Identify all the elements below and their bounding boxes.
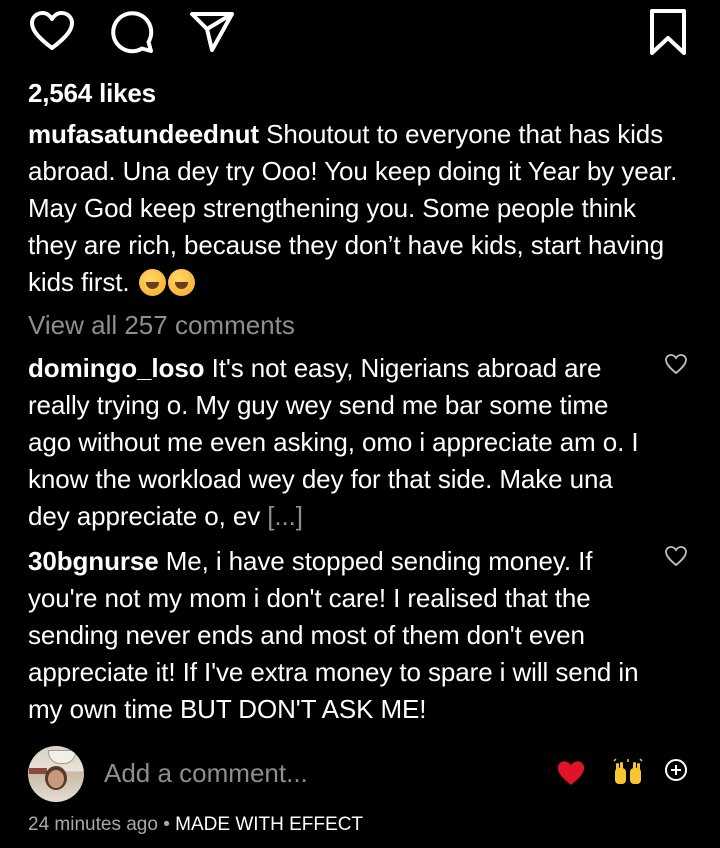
caption-username[interactable]: mufasatundeednut [28,119,259,149]
avatar-face-shape [48,770,64,788]
add-comment-row: Add a comment... [0,744,720,804]
bookmark-icon[interactable] [648,8,688,56]
coffee-cup-shape [48,750,76,764]
post-caption: mufasatundeednut Shoutout to everyone th… [28,116,688,301]
view-all-comments-link[interactable]: View all 257 comments [28,310,295,341]
effect-tag-link[interactable]: MADE WITH EFFECT [175,814,363,835]
rolling-on-floor-laughing-emoji-icon [138,269,166,296]
red-heart-emoji-icon[interactable] [556,758,586,788]
rolling-on-floor-laughing-emoji-icon [167,269,195,296]
like-comment-heart-icon[interactable] [664,544,688,568]
comment-item: domingo_loso It's not easy, Nigerians ab… [28,350,648,535]
comment-more-link[interactable]: [...] [267,501,303,531]
heart-outline-icon[interactable] [28,8,76,56]
comment-username[interactable]: 30bgnurse [28,546,159,576]
time-ago: 24 minutes ago [28,814,158,835]
add-circle-icon[interactable] [664,758,688,782]
avatar-label-shape [29,768,47,774]
separator-dot: • [163,814,170,835]
avatar[interactable] [28,746,84,802]
likes-count[interactable]: 2,564 likes [28,78,156,109]
post-timestamp: 24 minutes ago • MADE WITH EFFECT [28,814,363,836]
raised-hands-emoji-icon[interactable] [612,758,644,788]
comment-item: 30bgnurse Me, i have stopped sending mon… [28,543,648,728]
post-action-bar [0,8,720,56]
like-comment-heart-icon[interactable] [664,352,688,376]
add-comment-input[interactable]: Add a comment... [104,758,308,789]
speech-bubble-icon[interactable] [108,8,156,56]
comment-username[interactable]: domingo_loso [28,353,205,383]
paper-plane-icon[interactable] [188,8,236,56]
